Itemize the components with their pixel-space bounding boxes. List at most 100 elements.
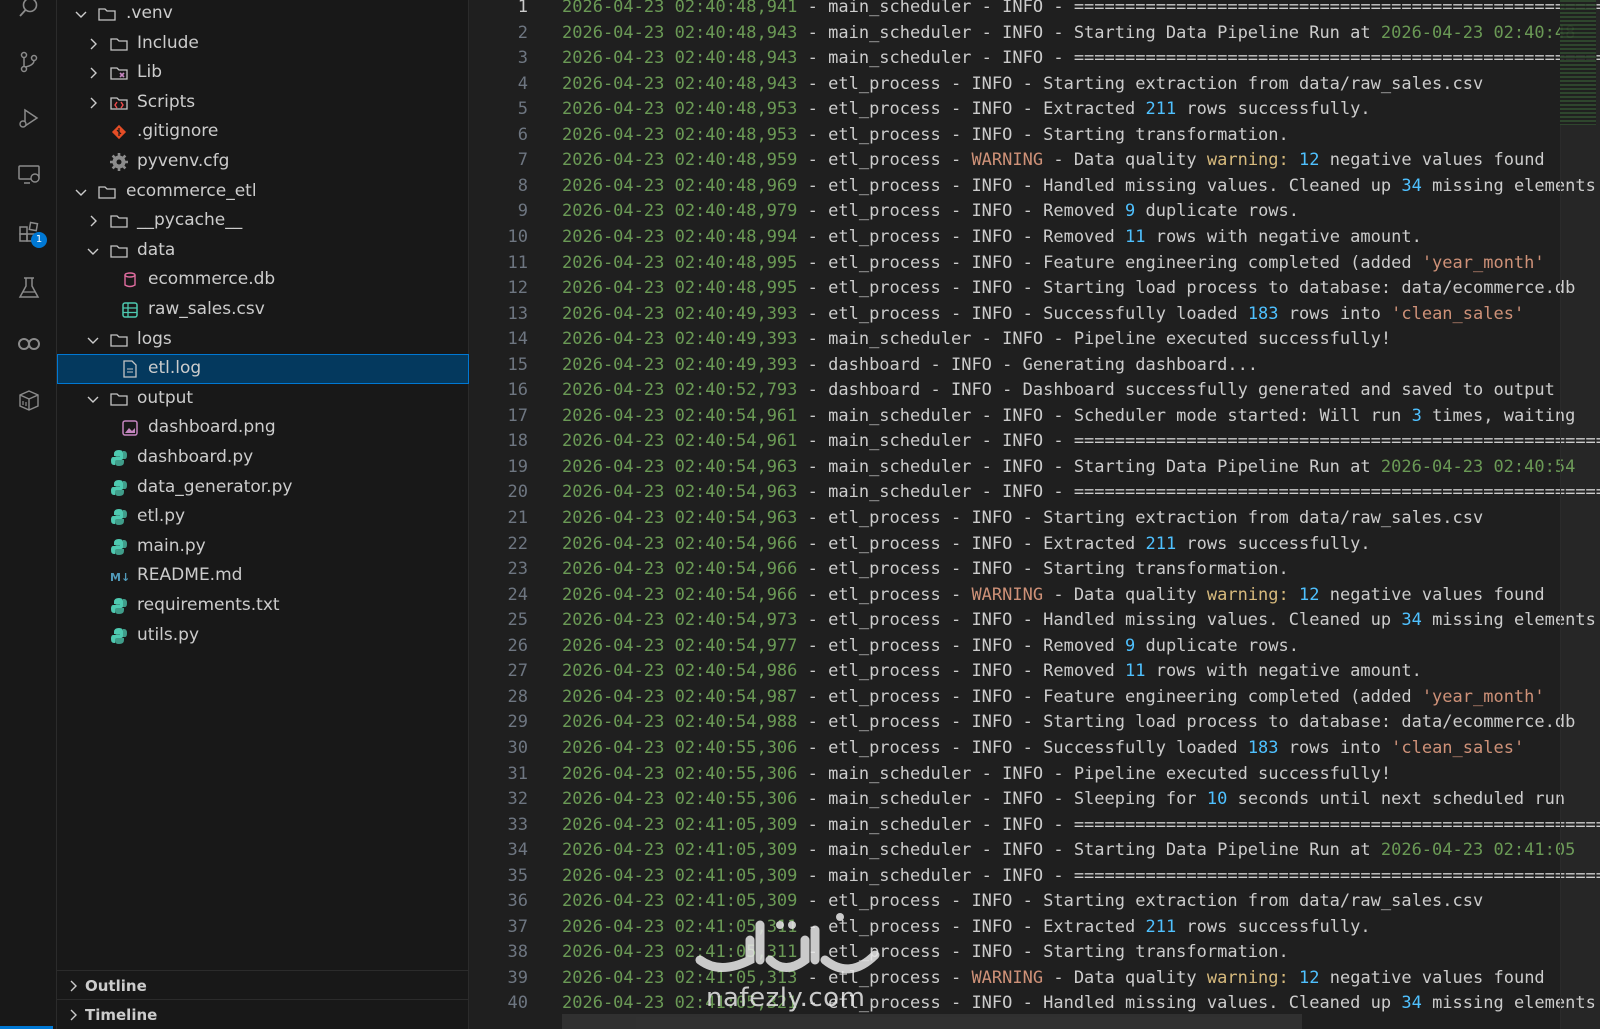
log-line[interactable]: 27 2026-04-23 02:40:54,986 - etl_process … <box>470 658 1600 684</box>
log-datetime: 2026-04-23 02:40:48 <box>1380 23 1576 43</box>
log-line[interactable]: 24 2026-04-23 02:40:54,966 - etl_process … <box>470 582 1600 608</box>
log-line[interactable]: 20 2026-04-23 02:40:54,963 - main_schedul… <box>470 479 1600 505</box>
tree-folder-logs[interactable]: logs <box>57 325 469 355</box>
log-message: Pipeline executed successfully! <box>1073 329 1392 349</box>
log-line[interactable]: 16 2026-04-23 02:40:52,793 - dashboard - … <box>470 377 1600 403</box>
line-number: 39 <box>507 968 528 988</box>
log-line[interactable]: 17 2026-04-23 02:40:54,961 - main_schedul… <box>470 403 1600 429</box>
tree-file-data-generator-py[interactable]: data_generator.py <box>57 473 469 503</box>
tree-file-gitignore[interactable]: .gitignore <box>57 117 469 147</box>
tree-file-requirements-txt[interactable]: requirements.txt <box>57 591 469 621</box>
log-line[interactable]: 28 2026-04-23 02:40:54,987 - etl_process … <box>470 684 1600 710</box>
log-message: duplicate rows. <box>1135 201 1300 221</box>
log-line[interactable]: 4 2026-04-23 02:40:48,943 - etl_process -… <box>470 71 1600 97</box>
timeline-section-header[interactable]: Timeline <box>57 999 469 1029</box>
log-line[interactable]: 9 2026-04-23 02:40:48,979 - etl_process -… <box>470 198 1600 224</box>
tree-item-label: pyvenv.cfg <box>137 151 230 171</box>
tree-file-raw-sales-csv[interactable]: raw_sales.csv <box>57 295 469 325</box>
log-line[interactable]: 40 2026-04-23 02:41:05,321 - etl_process … <box>470 990 1600 1016</box>
folder-icon <box>110 38 128 51</box>
log-line[interactable]: 12 2026-04-23 02:40:48,995 - etl_process … <box>470 275 1600 301</box>
log-line[interactable]: 8 2026-04-23 02:40:48,969 - etl_process -… <box>470 173 1600 199</box>
log-line[interactable]: 26 2026-04-23 02:40:54,977 - etl_process … <box>470 633 1600 659</box>
log-source: main_scheduler <box>828 0 972 17</box>
tree-folder-scripts[interactable]: Scripts <box>57 88 469 118</box>
markdown-icon: M↓ <box>110 571 129 584</box>
editor-pane[interactable]: 1 2026-04-23 02:40:48,941 - main_schedule… <box>470 0 1600 1029</box>
outline-section-header[interactable]: Outline <box>57 970 469 1000</box>
activity-database[interactable] <box>0 380 57 420</box>
tree-folder-ecommerce-etl[interactable]: ecommerce_etl <box>57 177 469 207</box>
log-timestamp: 2026-04-23 02:41:05,309 <box>562 815 798 835</box>
tree-file-utils-py[interactable]: utils.py <box>57 621 469 651</box>
log-separator: ========================================… <box>1073 0 1600 17</box>
log-line[interactable]: 34 2026-04-23 02:41:05,309 - main_schedul… <box>470 837 1600 863</box>
activity-copilot[interactable] <box>0 324 57 364</box>
log-line[interactable]: 2 2026-04-23 02:40:48,943 - main_schedule… <box>470 20 1600 46</box>
log-line[interactable]: 13 2026-04-23 02:40:49,393 - etl_process … <box>470 301 1600 327</box>
tree-file-dashboard-py[interactable]: dashboard.py <box>57 443 469 473</box>
database-icon <box>124 272 136 288</box>
tree-file-ecommerce-db[interactable]: ecommerce.db <box>57 265 469 295</box>
log-line[interactable]: 35 2026-04-23 02:41:05,309 - main_schedul… <box>470 863 1600 889</box>
tree-item-label: data_generator.py <box>137 477 293 497</box>
activity-extensions[interactable]: 1 <box>0 212 57 252</box>
log-line[interactable]: 32 2026-04-23 02:40:55,306 - main_schedul… <box>470 786 1600 812</box>
log-line[interactable]: 15 2026-04-23 02:40:49,393 - dashboard - … <box>470 352 1600 378</box>
log-line[interactable]: 38 2026-04-23 02:41:05,311 - etl_process … <box>470 939 1600 965</box>
log-line[interactable]: 1 2026-04-23 02:40:48,941 - main_schedule… <box>470 0 1600 20</box>
activity-run-debug[interactable] <box>0 98 57 138</box>
log-line[interactable]: 14 2026-04-23 02:40:49,393 - main_schedul… <box>470 326 1600 352</box>
tree-file-pyvenv-cfg[interactable]: pyvenv.cfg <box>57 147 469 177</box>
log-line[interactable]: 36 2026-04-23 02:41:05,309 - etl_process … <box>470 888 1600 914</box>
activity-testing[interactable] <box>0 268 57 308</box>
tree-item-label: dashboard.py <box>137 447 254 467</box>
log-line[interactable]: 30 2026-04-23 02:40:55,306 - etl_process … <box>470 735 1600 761</box>
line-number: 10 <box>507 227 528 247</box>
line-number: 4 <box>517 74 528 94</box>
tree-file-main-py[interactable]: main.py <box>57 532 469 562</box>
log-source: etl_process <box>828 227 941 247</box>
tree-file-dashboard-png[interactable]: dashboard.png <box>57 413 469 443</box>
tree-file-etl-py[interactable]: etl.py <box>57 502 469 532</box>
log-line[interactable]: 31 2026-04-23 02:40:55,306 - main_schedul… <box>470 761 1600 787</box>
log-message: rows successfully. <box>1176 534 1371 554</box>
log-line[interactable]: 23 2026-04-23 02:40:54,966 - etl_process … <box>470 556 1600 582</box>
log-line[interactable]: 7 2026-04-23 02:40:48,959 - etl_process -… <box>470 147 1600 173</box>
log-text: 2026-04-23 02:40:52,793 - dashboard - IN… <box>562 380 1555 400</box>
log-line[interactable]: 19 2026-04-23 02:40:54,963 - main_schedul… <box>470 454 1600 480</box>
tree-item-label: .gitignore <box>137 121 219 141</box>
tree-folder-venv[interactable]: .venv <box>57 0 469 29</box>
tree-folder-lib[interactable]: Lib <box>57 58 469 88</box>
log-line[interactable]: 21 2026-04-23 02:40:54,963 - etl_process … <box>470 505 1600 531</box>
log-line[interactable]: 33 2026-04-23 02:41:05,309 - main_schedul… <box>470 812 1600 838</box>
tree-file-readme-md[interactable]: M↓ README.md <box>57 561 469 591</box>
log-line[interactable]: 10 2026-04-23 02:40:48,994 - etl_process … <box>470 224 1600 250</box>
log-source: etl_process <box>828 712 941 732</box>
tree-folder-pycache[interactable]: __pycache__ <box>57 206 469 236</box>
log-line[interactable]: 29 2026-04-23 02:40:54,988 - etl_process … <box>470 709 1600 735</box>
log-line[interactable]: 37 2026-04-23 02:41:05,311 - etl_process … <box>470 914 1600 940</box>
log-line[interactable]: 39 2026-04-23 02:41:05,313 - etl_process … <box>470 965 1600 991</box>
log-message: rows successfully. <box>1176 917 1371 937</box>
log-line[interactable]: 5 2026-04-23 02:40:48,953 - etl_process -… <box>470 96 1600 122</box>
activity-source-control[interactable] <box>0 42 57 82</box>
log-line[interactable]: 25 2026-04-23 02:40:54,973 - etl_process … <box>470 607 1600 633</box>
tree-folder-data[interactable]: data <box>57 236 469 266</box>
tree-file-etl-log[interactable]: etl.log <box>57 354 469 384</box>
tree-folder-include[interactable]: Include <box>57 29 469 59</box>
minimap[interactable] <box>1560 0 1600 1029</box>
chevron-right-icon <box>90 97 97 109</box>
log-line[interactable]: 6 2026-04-23 02:40:48,953 - etl_process -… <box>470 122 1600 148</box>
log-line[interactable]: 22 2026-04-23 02:40:54,966 - etl_process … <box>470 531 1600 557</box>
log-line[interactable]: 3 2026-04-23 02:40:48,943 - main_schedule… <box>470 45 1600 71</box>
log-datetime: 2026-04-23 02:40:54 <box>1380 457 1576 477</box>
activity-remote-explorer[interactable] <box>0 154 57 194</box>
activity-search[interactable] <box>0 0 57 28</box>
tree-folder-output[interactable]: output <box>57 384 469 414</box>
log-line[interactable]: 11 2026-04-23 02:40:48,995 - etl_process … <box>470 250 1600 276</box>
log-string: 'clean_sales' <box>1391 738 1525 758</box>
log-separator: ========================================… <box>1073 866 1600 886</box>
log-level: INFO <box>971 278 1013 298</box>
log-line[interactable]: 18 2026-04-23 02:40:54,961 - main_schedul… <box>470 428 1600 454</box>
